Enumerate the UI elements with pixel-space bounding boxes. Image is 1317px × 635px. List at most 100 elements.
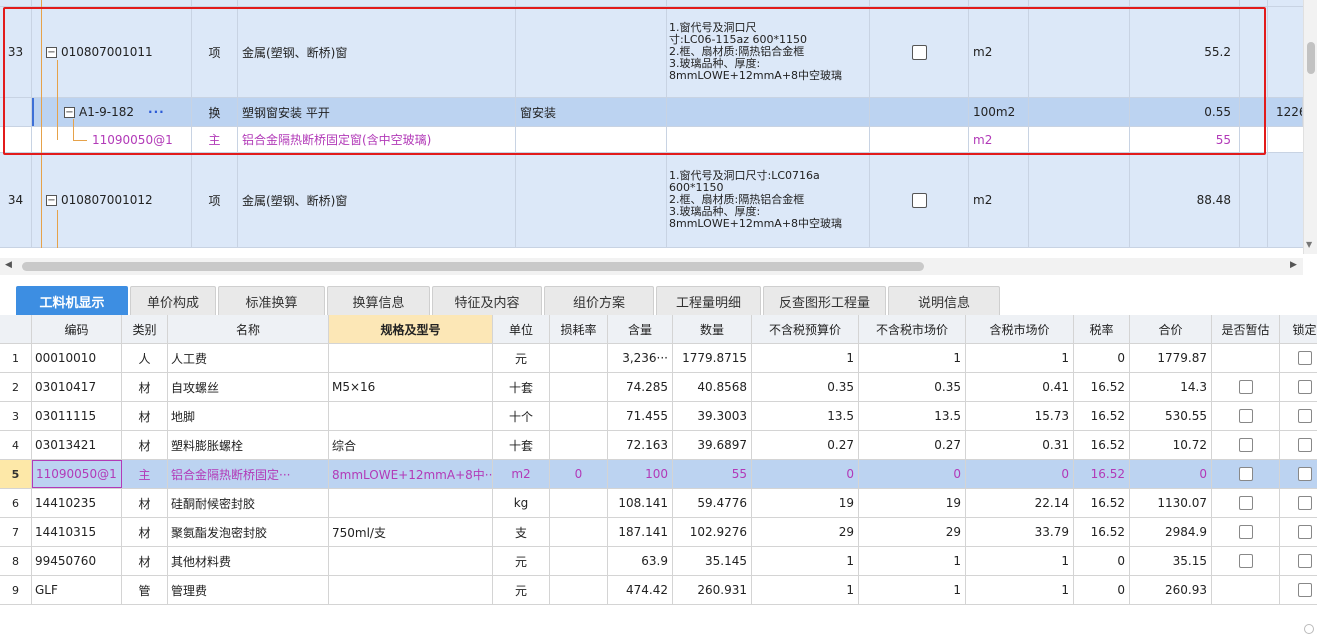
material-category[interactable]: 材 <box>122 431 168 459</box>
table-row[interactable]: 3 03011115 材地脚 十个 71.455 39.3003 13.5 13.5 15.73… <box>0 402 1317 431</box>
more-options-icon[interactable]: ··· <box>148 105 165 119</box>
material-name[interactable]: 管理费 <box>168 576 329 604</box>
scroll-thumb[interactable] <box>1307 42 1315 74</box>
market-price-excl-tax[interactable]: 0.35 <box>859 373 966 401</box>
column-header[interactable]: 编码 <box>32 315 122 343</box>
tax-rate[interactable]: 16.52 <box>1074 460 1130 488</box>
material-code[interactable]: 99450760 <box>32 547 122 575</box>
resize-handle-icon[interactable] <box>1304 624 1314 634</box>
total-price[interactable]: 0 <box>1130 460 1212 488</box>
loss-rate[interactable] <box>550 373 608 401</box>
total-price[interactable]: 260.93 <box>1130 576 1212 604</box>
loss-rate[interactable] <box>550 518 608 546</box>
estimate-checkbox[interactable] <box>1238 554 1253 568</box>
column-header[interactable]: 合价 <box>1130 315 1212 343</box>
tax-rate[interactable]: 0 <box>1074 547 1130 575</box>
market-price-incl-tax[interactable]: 33.79 <box>966 518 1074 546</box>
lock-checkbox[interactable] <box>1297 438 1312 452</box>
column-header[interactable]: 不含税预算价 <box>752 315 859 343</box>
budget-price-excl-tax[interactable]: 0 <box>752 460 859 488</box>
table-row[interactable]: 33 − 010807001011 项 金属(塑钢、断桥)窗 1.窗代号及洞口尺… <box>0 7 1303 98</box>
budget-price-excl-tax[interactable]: 1 <box>752 576 859 604</box>
material-category[interactable]: 材 <box>122 489 168 517</box>
market-price-incl-tax[interactable]: 0.41 <box>966 373 1074 401</box>
material-code[interactable]: 03010417 <box>32 373 122 401</box>
material-unit[interactable]: m2 <box>493 460 550 488</box>
content-value[interactable]: 474.42 <box>608 576 673 604</box>
content-value[interactable]: 100 <box>608 460 673 488</box>
material-name[interactable]: 铝合金隔热断桥固定··· <box>168 460 329 488</box>
estimate-checkbox[interactable] <box>1238 409 1253 423</box>
lock-checkbox[interactable] <box>1297 525 1312 539</box>
table-row[interactable]: − A1-9-182 ··· 换 塑钢窗安装 平开 窗安装 100m2 0.55… <box>0 98 1303 127</box>
market-price-excl-tax[interactable]: 0 <box>859 460 966 488</box>
column-header[interactable]: 名称 <box>168 315 329 343</box>
loss-rate[interactable]: 0 <box>550 460 608 488</box>
material-unit[interactable]: 十套 <box>493 431 550 459</box>
column-header[interactable]: 税率 <box>1074 315 1130 343</box>
material-spec[interactable] <box>329 547 493 575</box>
material-category[interactable]: 材 <box>122 547 168 575</box>
tab-pricing-scheme[interactable]: 组价方案 <box>544 286 654 315</box>
tab-features[interactable]: 特征及内容 <box>432 286 542 315</box>
content-value[interactable]: 187.141 <box>608 518 673 546</box>
quantity-value[interactable]: 40.8568 <box>673 373 752 401</box>
content-value[interactable]: 63.9 <box>608 547 673 575</box>
material-spec[interactable]: 8mmLOWE+12mmA+8中··· <box>329 460 493 488</box>
quantity-value[interactable]: 55 <box>673 460 752 488</box>
tax-rate[interactable]: 0 <box>1074 344 1130 372</box>
tab-quantity-details[interactable]: 工程量明细 <box>656 286 761 315</box>
table-row[interactable]: 11090050@1 主 铝合金隔热断桥固定窗(含中空玻璃) m2 55 <box>0 127 1303 153</box>
tax-rate[interactable]: 16.52 <box>1074 402 1130 430</box>
tab-standard-conversion[interactable]: 标准换算 <box>218 286 325 315</box>
material-spec[interactable]: 综合 <box>329 431 493 459</box>
lock-checkbox[interactable] <box>1297 554 1312 568</box>
total-price[interactable]: 2984.9 <box>1130 518 1212 546</box>
material-name[interactable]: 其他材料费 <box>168 547 329 575</box>
collapse-toggle-icon[interactable]: − <box>46 194 57 206</box>
material-category[interactable]: 材 <box>122 373 168 401</box>
total-price[interactable]: 14.3 <box>1130 373 1212 401</box>
market-price-incl-tax[interactable]: 0.31 <box>966 431 1074 459</box>
vertical-scrollbar[interactable]: ▼ <box>1303 0 1317 254</box>
item-checkbox[interactable] <box>911 44 927 60</box>
table-row[interactable]: 5 11090050@1 主铝合金隔热断桥固定··· 8mmLOWE+12mmA+8中… <box>0 460 1317 489</box>
column-header[interactable]: 含税市场价 <box>966 315 1074 343</box>
material-unit[interactable]: 元 <box>493 547 550 575</box>
material-unit[interactable]: 十个 <box>493 402 550 430</box>
column-header[interactable]: 是否暂估 <box>1212 315 1280 343</box>
quantity-value[interactable]: 260.931 <box>673 576 752 604</box>
table-row[interactable]: 4 03013421 材塑料膨胀螺栓 综合 十套 72.163 39.6897 0.27 0.2… <box>0 431 1317 460</box>
tab-graphic-quantity[interactable]: 反查图形工程量 <box>763 286 886 315</box>
total-price[interactable]: 1130.07 <box>1130 489 1212 517</box>
material-category[interactable]: 人 <box>122 344 168 372</box>
material-spec[interactable]: M5×16 <box>329 373 493 401</box>
lock-checkbox[interactable] <box>1297 467 1312 481</box>
lock-checkbox[interactable] <box>1297 351 1312 365</box>
loss-rate[interactable] <box>550 431 608 459</box>
tab-conversion-info[interactable]: 换算信息 <box>327 286 430 315</box>
material-name[interactable]: 人工费 <box>168 344 329 372</box>
material-category[interactable]: 主 <box>122 460 168 488</box>
column-header[interactable]: 规格及型号 <box>329 315 493 343</box>
market-price-incl-tax[interactable]: 1 <box>966 344 1074 372</box>
loss-rate[interactable] <box>550 344 608 372</box>
estimate-checkbox[interactable] <box>1238 525 1253 539</box>
tax-rate[interactable]: 16.52 <box>1074 489 1130 517</box>
table-row[interactable]: 8 99450760 材其他材料费元 63.9 35.145 1 1 1 0 35.15 <box>0 547 1317 576</box>
table-row[interactable]: 6 14410235 材硅酮耐候密封胶 kg 108.141 59.4776 19 19 22.… <box>0 489 1317 518</box>
material-code[interactable]: 03013421 <box>32 431 122 459</box>
lock-checkbox[interactable] <box>1297 496 1312 510</box>
market-price-excl-tax[interactable]: 1 <box>859 547 966 575</box>
budget-price-excl-tax[interactable]: 19 <box>752 489 859 517</box>
material-name[interactable]: 塑料膨胀螺栓 <box>168 431 329 459</box>
estimate-checkbox[interactable] <box>1238 467 1253 481</box>
budget-price-excl-tax[interactable]: 1 <box>752 344 859 372</box>
quantity-value[interactable]: 1779.8715 <box>673 344 752 372</box>
market-price-excl-tax[interactable]: 0.27 <box>859 431 966 459</box>
market-price-excl-tax[interactable]: 1 <box>859 576 966 604</box>
material-unit[interactable]: 元 <box>493 576 550 604</box>
material-code[interactable]: 14410235 <box>32 489 122 517</box>
material-code[interactable]: GLF <box>32 576 122 604</box>
market-price-incl-tax[interactable]: 15.73 <box>966 402 1074 430</box>
